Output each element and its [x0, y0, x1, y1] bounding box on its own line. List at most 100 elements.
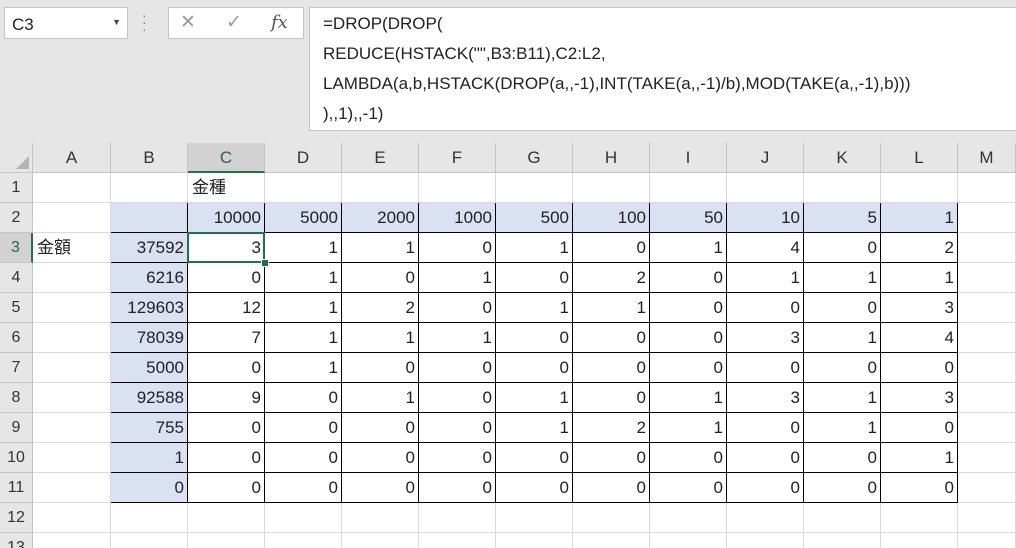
cell-m12[interactable]	[958, 503, 1016, 533]
cell-m6[interactable]	[958, 323, 1016, 353]
cell-j3[interactable]: 4	[727, 233, 804, 263]
cell-i2[interactable]: 50	[650, 203, 727, 233]
column-header-l[interactable]: L	[881, 143, 958, 173]
cell-k10[interactable]: 0	[804, 443, 881, 473]
cell-m9[interactable]	[958, 413, 1016, 443]
cell-a1[interactable]	[33, 173, 111, 203]
cell-e11[interactable]: 0	[342, 473, 419, 503]
cell-g12[interactable]	[496, 503, 573, 533]
cell-e4[interactable]: 0	[342, 263, 419, 293]
cell-m8[interactable]	[958, 383, 1016, 413]
cell-d11[interactable]: 0	[265, 473, 342, 503]
chevron-down-icon[interactable]: ▼	[112, 17, 121, 27]
cell-b3[interactable]: 37592	[111, 233, 188, 263]
cell-d6[interactable]: 1	[265, 323, 342, 353]
cell-l5[interactable]: 3	[881, 293, 958, 323]
column-header-j[interactable]: J	[727, 143, 804, 173]
cell-i5[interactable]: 0	[650, 293, 727, 323]
cell-l8[interactable]: 3	[881, 383, 958, 413]
cell-c1[interactable]: 金種	[188, 173, 265, 203]
cell-h2[interactable]: 100	[573, 203, 650, 233]
cell-j12[interactable]	[727, 503, 804, 533]
cell-k11[interactable]: 0	[804, 473, 881, 503]
cell-j6[interactable]: 3	[727, 323, 804, 353]
cell-k12[interactable]	[804, 503, 881, 533]
cell-d3[interactable]: 1	[265, 233, 342, 263]
cell-b11[interactable]: 0	[111, 473, 188, 503]
cell-g4[interactable]: 0	[496, 263, 573, 293]
cell-a11[interactable]	[33, 473, 111, 503]
select-all-button[interactable]	[0, 143, 33, 173]
cell-g11[interactable]: 0	[496, 473, 573, 503]
cell-b2[interactable]	[111, 203, 188, 233]
cell-c9[interactable]: 0	[188, 413, 265, 443]
cell-l10[interactable]: 1	[881, 443, 958, 473]
cell-a12[interactable]	[33, 503, 111, 533]
cell-g10[interactable]: 0	[496, 443, 573, 473]
cell-m3[interactable]	[958, 233, 1016, 263]
cell-h4[interactable]: 2	[573, 263, 650, 293]
cell-i9[interactable]: 1	[650, 413, 727, 443]
cell-e13[interactable]	[342, 533, 419, 548]
cell-m11[interactable]	[958, 473, 1016, 503]
cell-f10[interactable]: 0	[419, 443, 496, 473]
cell-f1[interactable]	[419, 173, 496, 203]
cell-b13[interactable]	[111, 533, 188, 548]
column-header-a[interactable]: A	[33, 143, 111, 173]
cell-l11[interactable]: 0	[881, 473, 958, 503]
row-header-4[interactable]: 4	[0, 263, 33, 293]
cell-g2[interactable]: 500	[496, 203, 573, 233]
cell-m1[interactable]	[958, 173, 1016, 203]
cell-l7[interactable]: 0	[881, 353, 958, 383]
row-header-10[interactable]: 10	[0, 443, 33, 473]
formula-bar-grip-icon[interactable]: · · ·	[142, 8, 147, 36]
cell-k13[interactable]	[804, 533, 881, 548]
row-header-6[interactable]: 6	[0, 323, 33, 353]
name-box[interactable]: C3 ▼	[4, 7, 128, 39]
cell-j10[interactable]: 0	[727, 443, 804, 473]
cell-a13[interactable]	[33, 533, 111, 548]
checkmark-icon[interactable]: ✓	[226, 11, 242, 34]
cell-d12[interactable]	[265, 503, 342, 533]
cell-k5[interactable]: 0	[804, 293, 881, 323]
cell-g7[interactable]: 0	[496, 353, 573, 383]
row-header-7[interactable]: 7	[0, 353, 33, 383]
cell-b4[interactable]: 6216	[111, 263, 188, 293]
cell-b7[interactable]: 5000	[111, 353, 188, 383]
cell-f9[interactable]: 0	[419, 413, 496, 443]
column-header-d[interactable]: D	[265, 143, 342, 173]
cell-e1[interactable]	[342, 173, 419, 203]
cell-j1[interactable]	[727, 173, 804, 203]
cell-g5[interactable]: 1	[496, 293, 573, 323]
cell-e6[interactable]: 1	[342, 323, 419, 353]
cell-j8[interactable]: 3	[727, 383, 804, 413]
cell-e10[interactable]: 0	[342, 443, 419, 473]
cell-b5[interactable]: 129603	[111, 293, 188, 323]
close-icon[interactable]: ✕	[180, 11, 196, 34]
cell-b6[interactable]: 78039	[111, 323, 188, 353]
cell-k9[interactable]: 1	[804, 413, 881, 443]
cell-e3[interactable]: 1	[342, 233, 419, 263]
cell-f3[interactable]: 0	[419, 233, 496, 263]
cell-j4[interactable]: 1	[727, 263, 804, 293]
cell-c2[interactable]: 10000	[188, 203, 265, 233]
cell-c7[interactable]: 0	[188, 353, 265, 383]
cell-h3[interactable]: 0	[573, 233, 650, 263]
row-header-13[interactable]: 13	[0, 533, 33, 548]
cell-h9[interactable]: 2	[573, 413, 650, 443]
cell-e12[interactable]	[342, 503, 419, 533]
cell-c8[interactable]: 9	[188, 383, 265, 413]
cell-j13[interactable]	[727, 533, 804, 548]
column-header-g[interactable]: G	[496, 143, 573, 173]
cell-f11[interactable]: 0	[419, 473, 496, 503]
row-header-11[interactable]: 11	[0, 473, 33, 503]
cell-e7[interactable]: 0	[342, 353, 419, 383]
insert-function-icon[interactable]: fx	[271, 12, 288, 33]
cell-c6[interactable]: 7	[188, 323, 265, 353]
column-header-f[interactable]: F	[419, 143, 496, 173]
cell-m10[interactable]	[958, 443, 1016, 473]
cell-d2[interactable]: 5000	[265, 203, 342, 233]
cell-h11[interactable]: 0	[573, 473, 650, 503]
cell-d5[interactable]: 1	[265, 293, 342, 323]
cell-d9[interactable]: 0	[265, 413, 342, 443]
